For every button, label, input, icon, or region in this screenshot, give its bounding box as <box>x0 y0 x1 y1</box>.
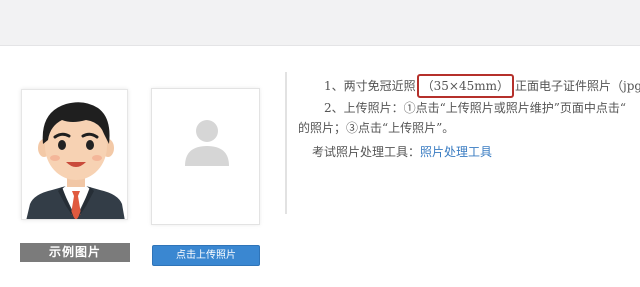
instruction-line-2: 2、上传照片：①点击“上传照片或照片维护”页面中点击“ <box>324 101 627 115</box>
top-bar <box>0 0 640 46</box>
instruction-line-3: 的照片；③点击“上传照片”。 <box>298 121 455 135</box>
photo-size-highlight: （35×45mm） <box>416 74 514 98</box>
photo-tool-row: 考试照片处理工具：照片处理工具 <box>312 144 492 160</box>
vertical-divider <box>285 72 287 214</box>
upload-photo-card[interactable] <box>151 88 260 225</box>
upload-photo-button[interactable]: 点击上传照片 <box>152 245 260 266</box>
photo-tool-link[interactable]: 照片处理工具 <box>420 145 492 159</box>
user-silhouette-icon <box>185 120 229 166</box>
instruction-line-1: 1、两寸免冠近照（35×45mm）正面电子证件照片（jpg格式, <box>324 74 640 98</box>
sample-photo-card <box>21 89 128 220</box>
sample-photo-label: 示例图片 <box>20 243 130 262</box>
instructions-panel: 1、两寸免冠近照（35×45mm）正面电子证件照片（jpg格式, 2、上传照片：… <box>298 66 640 176</box>
instruction-1-suffix: 正面电子证件照片（jpg格式, <box>515 79 640 93</box>
sample-portrait-image <box>22 90 127 219</box>
instruction-1-prefix: 1、两寸免冠近照 <box>324 79 416 93</box>
photo-tool-label: 考试照片处理工具： <box>312 145 421 159</box>
